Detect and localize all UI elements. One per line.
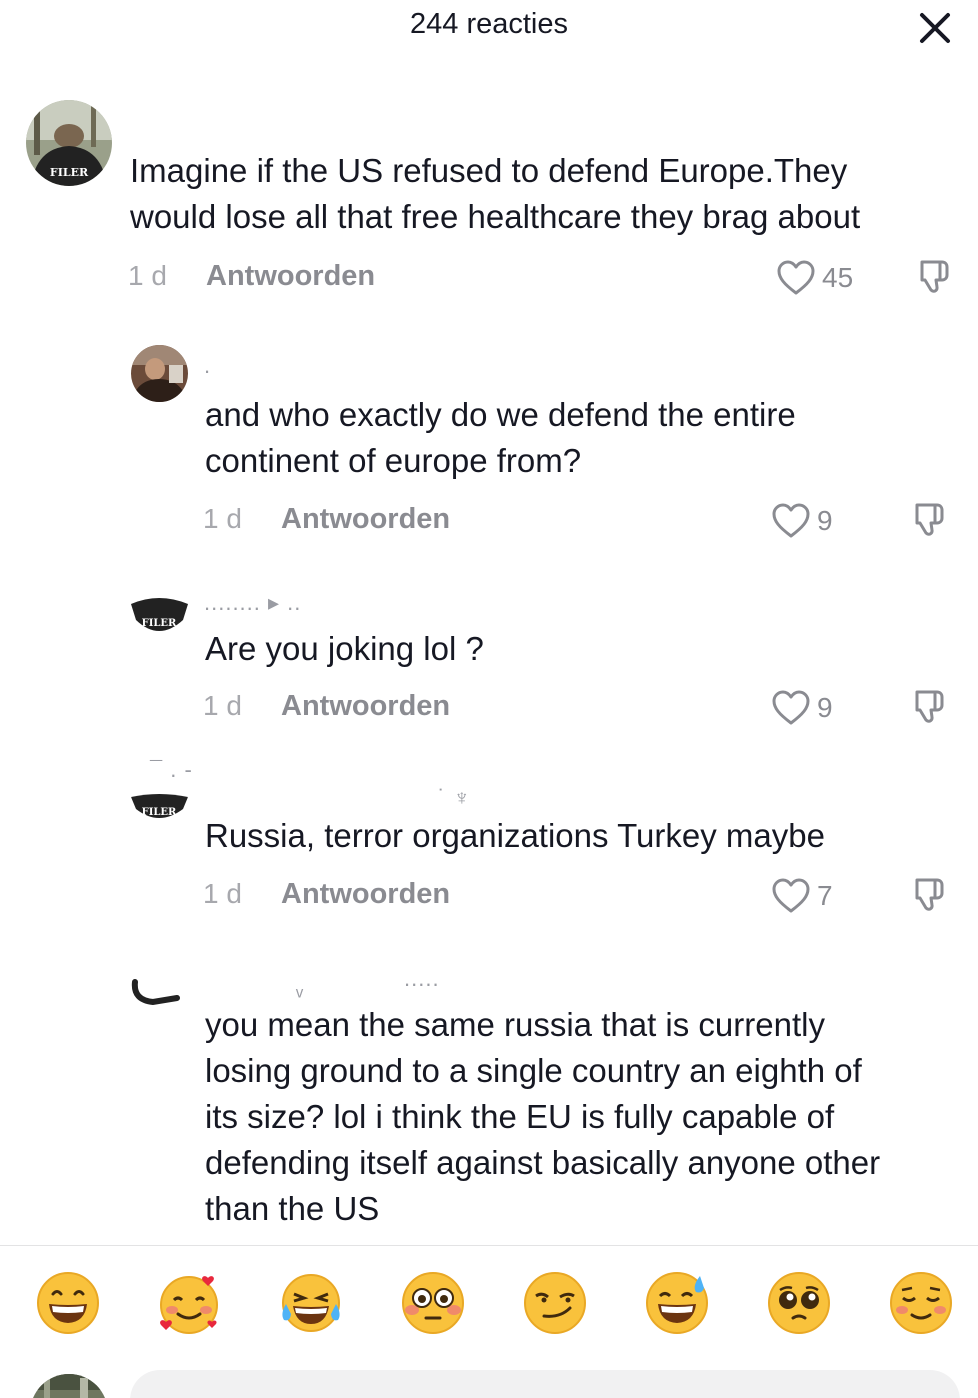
pleading-emoji[interactable]	[766, 1270, 832, 1336]
comment-input-row	[0, 1366, 978, 1398]
like-button[interactable]: 9	[771, 499, 833, 543]
username-redacted: ¯ . -	[150, 757, 193, 782]
comment-time: 1 d	[203, 690, 242, 721]
heart-icon	[772, 690, 810, 725]
thumbs-down-icon	[920, 260, 949, 293]
comment-input[interactable]	[130, 1370, 960, 1398]
dislike-button[interactable]	[914, 256, 954, 300]
username-redacted: .	[204, 353, 212, 378]
flushed-emoji[interactable]	[400, 1270, 466, 1336]
comment-text: defending itself against basically anyon…	[205, 1144, 881, 1181]
like-count: 9	[817, 692, 833, 723]
svg-text:FILER: FILER	[142, 618, 177, 629]
like-button[interactable]: 9	[771, 686, 833, 730]
dislike-button[interactable]	[909, 874, 949, 918]
dislike-button[interactable]	[909, 499, 949, 543]
comment-count-title: 244 reacties	[410, 8, 568, 40]
heart-icon	[772, 878, 810, 913]
like-button[interactable]: 7	[771, 874, 833, 918]
svg-text:FILER: FILER	[142, 807, 177, 818]
avatar[interactable]	[131, 978, 181, 1008]
comment-text: you mean the same russia that is current…	[205, 1006, 825, 1043]
like-count: 45	[822, 262, 854, 293]
reply-button[interactable]: Antwoorden	[281, 690, 450, 723]
smiling-hearts-emoji[interactable]	[156, 1270, 222, 1336]
thumbs-down-icon	[915, 690, 944, 723]
close-button[interactable]	[915, 8, 955, 48]
dislike-button[interactable]	[909, 686, 949, 730]
like-count: 7	[817, 880, 833, 911]
comment-text: Russia, terror organizations Turkey mayb…	[205, 817, 825, 854]
close-icon	[920, 13, 950, 43]
divider	[0, 1245, 978, 1246]
comment-time: 1 d	[203, 503, 242, 534]
heart-icon	[772, 503, 810, 538]
comment-text: and who exactly do we defend the entire	[205, 396, 796, 433]
avatar[interactable]: FILER	[131, 598, 188, 636]
comment-text: than the US	[205, 1190, 380, 1227]
relieved-emoji[interactable]	[888, 1270, 954, 1336]
like-count: 9	[817, 505, 833, 536]
avatar[interactable]: FILER	[26, 100, 112, 186]
reply-button[interactable]: Antwoorden	[206, 260, 375, 293]
smirking-emoji[interactable]	[522, 1270, 588, 1336]
comment-actions: 1 d Antwoorden 9	[203, 690, 978, 730]
username-redacted: ˙ ♆	[438, 785, 471, 810]
comment-actions: 1 d Antwoorden 45	[128, 260, 958, 300]
comment-time: 1 d	[203, 878, 242, 909]
comment-text: Imagine if the US refused to defend Euro…	[130, 152, 848, 189]
thumbs-down-icon	[915, 878, 944, 911]
avatar[interactable]: FILER	[131, 793, 188, 823]
thumbs-down-icon	[915, 503, 944, 536]
comment-actions: 1 d Antwoorden 9	[203, 503, 978, 543]
comment-text: Are you joking lol ?	[205, 630, 484, 667]
comment-actions: 1 d Antwoorden 7	[203, 878, 978, 918]
comment-time: 1 d	[128, 260, 167, 291]
reply-button[interactable]: Antwoorden	[281, 503, 450, 536]
comments-header: 244 reacties	[0, 0, 978, 60]
comment-text: losing ground to a single country an eig…	[205, 1052, 862, 1089]
username-redacted: .....	[404, 966, 440, 991]
reply-button[interactable]: Antwoorden	[281, 878, 450, 911]
grinning-emoji[interactable]	[35, 1270, 101, 1336]
heart-icon	[777, 260, 815, 295]
avatar[interactable]	[131, 345, 188, 402]
sweat-smile-emoji[interactable]	[644, 1270, 710, 1336]
svg-text:FILER: FILER	[50, 166, 89, 179]
emoji-quick-bar	[0, 1260, 978, 1355]
comment-text: its size? lol i think the EU is fully ca…	[205, 1098, 835, 1135]
like-button[interactable]: 45	[776, 256, 853, 300]
avatar	[30, 1374, 108, 1398]
comment-text: continent of europe from?	[205, 442, 582, 479]
username-redacted: ᵥ	[296, 976, 305, 1001]
username-redacted: ........ ▸ ..	[204, 590, 302, 615]
comment-text: would lose all that free healthcare they…	[130, 198, 861, 235]
tears-of-joy-emoji[interactable]	[278, 1270, 344, 1336]
